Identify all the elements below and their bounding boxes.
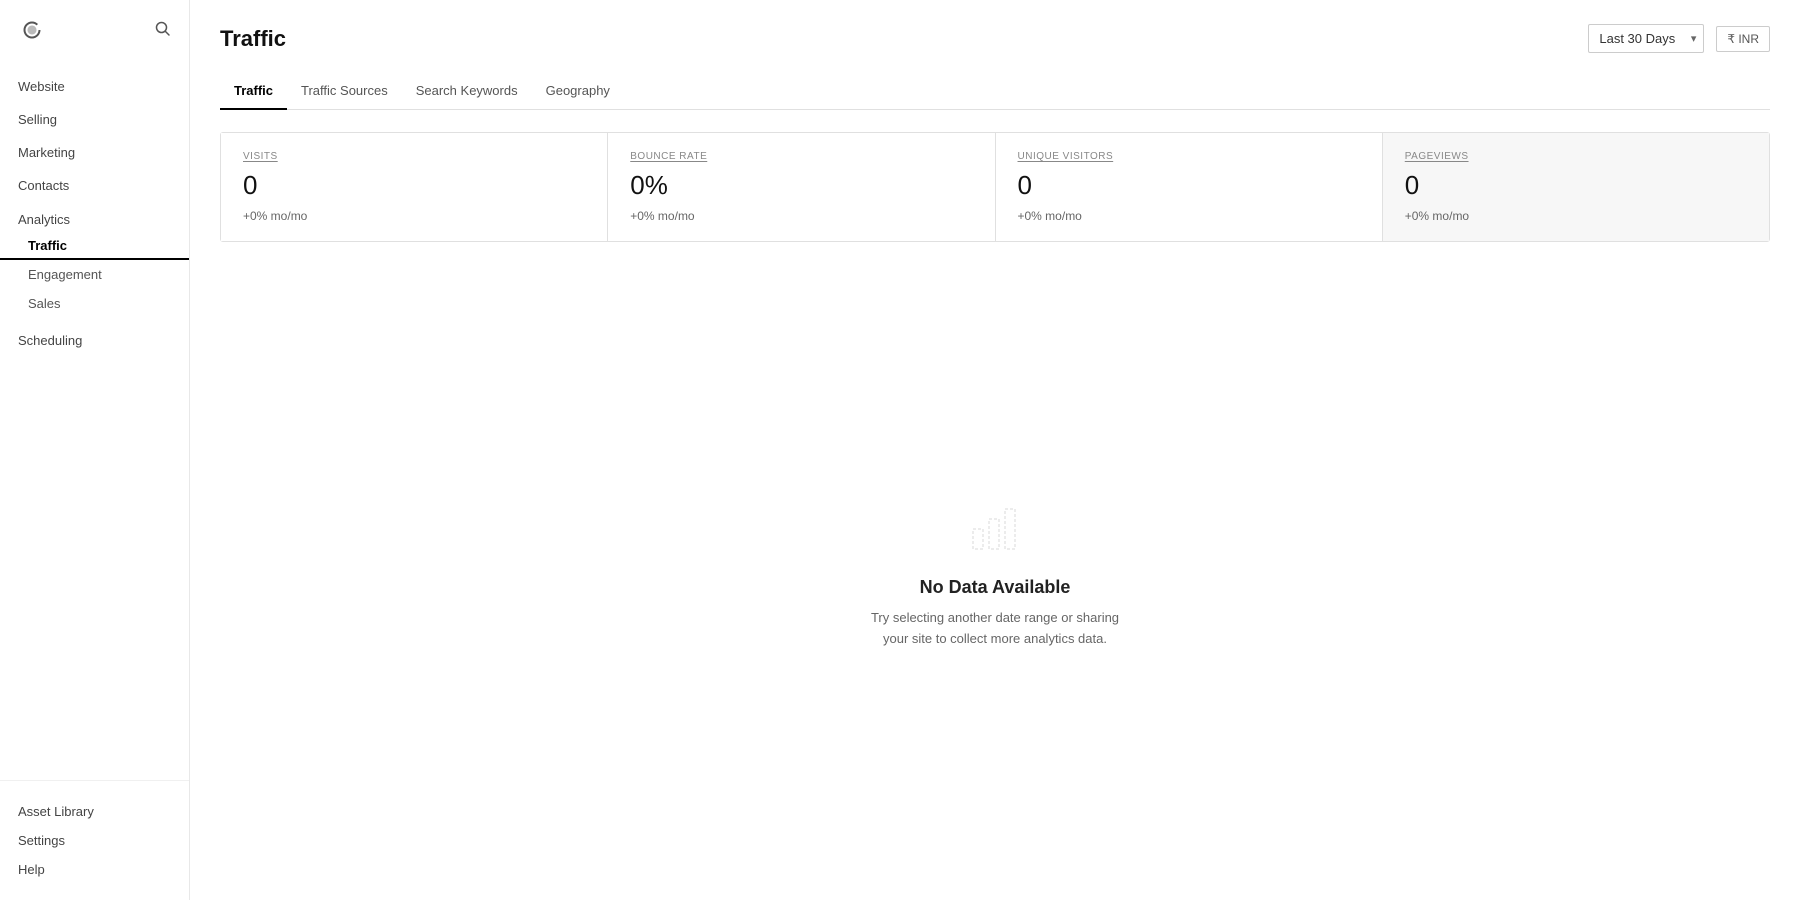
- sidebar-item-website[interactable]: Website: [0, 70, 189, 103]
- stat-bounce-value: 0%: [630, 170, 972, 201]
- search-icon[interactable]: [155, 21, 171, 40]
- stat-unique-label: UNIQUE VISITORS: [1018, 151, 1360, 162]
- sidebar-item-help[interactable]: Help: [18, 855, 171, 884]
- stat-card-pageviews: PAGEVIEWS 0 +0% mo/mo: [1383, 133, 1769, 241]
- header-controls: Last 30 Days Last 7 Days Last 90 Days La…: [1588, 24, 1770, 53]
- sidebar-nav: Website Selling Marketing Contacts Analy…: [0, 60, 189, 780]
- sidebar: Website Selling Marketing Contacts Analy…: [0, 0, 190, 900]
- stat-card-unique-visitors: UNIQUE VISITORS 0 +0% mo/mo: [996, 133, 1383, 241]
- no-data-chart-icon: [965, 499, 1025, 559]
- tab-search-keywords[interactable]: Search Keywords: [402, 73, 532, 110]
- stat-visits-value: 0: [243, 170, 585, 201]
- squarespace-logo-icon[interactable]: [18, 16, 46, 44]
- sidebar-bottom: Asset Library Settings Help: [0, 780, 189, 900]
- sidebar-item-contacts[interactable]: Contacts: [0, 169, 189, 202]
- sidebar-item-selling[interactable]: Selling: [0, 103, 189, 136]
- sidebar-item-settings[interactable]: Settings: [18, 826, 171, 855]
- currency-badge: ₹ INR: [1716, 26, 1770, 52]
- main-content: Traffic Last 30 Days Last 7 Days Last 90…: [190, 0, 1800, 900]
- sidebar-header: [0, 0, 189, 60]
- stat-unique-change: +0% mo/mo: [1018, 209, 1360, 223]
- sidebar-item-engagement[interactable]: Engagement: [0, 260, 189, 289]
- stats-row: VISITS 0 +0% mo/mo BOUNCE RATE 0% +0% mo…: [220, 132, 1770, 242]
- tab-traffic-sources[interactable]: Traffic Sources: [287, 73, 402, 110]
- date-range-wrapper: Last 30 Days Last 7 Days Last 90 Days La…: [1588, 24, 1704, 53]
- sidebar-item-sales[interactable]: Sales: [0, 289, 189, 318]
- tabs: Traffic Traffic Sources Search Keywords …: [220, 73, 1770, 110]
- no-data-title: No Data Available: [920, 577, 1071, 598]
- stat-pageviews-label: PAGEVIEWS: [1405, 151, 1747, 162]
- stat-card-bounce-rate: BOUNCE RATE 0% +0% mo/mo: [608, 133, 995, 241]
- page-title: Traffic: [220, 26, 286, 52]
- sidebar-item-marketing[interactable]: Marketing: [0, 136, 189, 169]
- date-range-select[interactable]: Last 30 Days Last 7 Days Last 90 Days La…: [1588, 24, 1704, 53]
- stat-card-visits: VISITS 0 +0% mo/mo: [221, 133, 608, 241]
- stat-visits-label: VISITS: [243, 151, 585, 162]
- sidebar-item-asset-library[interactable]: Asset Library: [18, 797, 171, 826]
- stat-bounce-change: +0% mo/mo: [630, 209, 972, 223]
- main-header: Traffic Last 30 Days Last 7 Days Last 90…: [220, 24, 1770, 53]
- stat-pageviews-value: 0: [1405, 170, 1747, 201]
- stat-unique-value: 0: [1018, 170, 1360, 201]
- no-data-description: Try selecting another date range or shar…: [871, 608, 1119, 650]
- sidebar-item-scheduling[interactable]: Scheduling: [0, 324, 189, 357]
- stat-pageviews-change: +0% mo/mo: [1405, 209, 1747, 223]
- tab-traffic[interactable]: Traffic: [220, 73, 287, 110]
- tab-geography[interactable]: Geography: [532, 73, 624, 110]
- stat-visits-change: +0% mo/mo: [243, 209, 585, 223]
- stat-bounce-label: BOUNCE RATE: [630, 151, 972, 162]
- sidebar-item-traffic[interactable]: Traffic: [0, 231, 189, 260]
- sidebar-analytics-label[interactable]: Analytics: [0, 202, 189, 231]
- no-data-container: No Data Available Try selecting another …: [220, 272, 1770, 876]
